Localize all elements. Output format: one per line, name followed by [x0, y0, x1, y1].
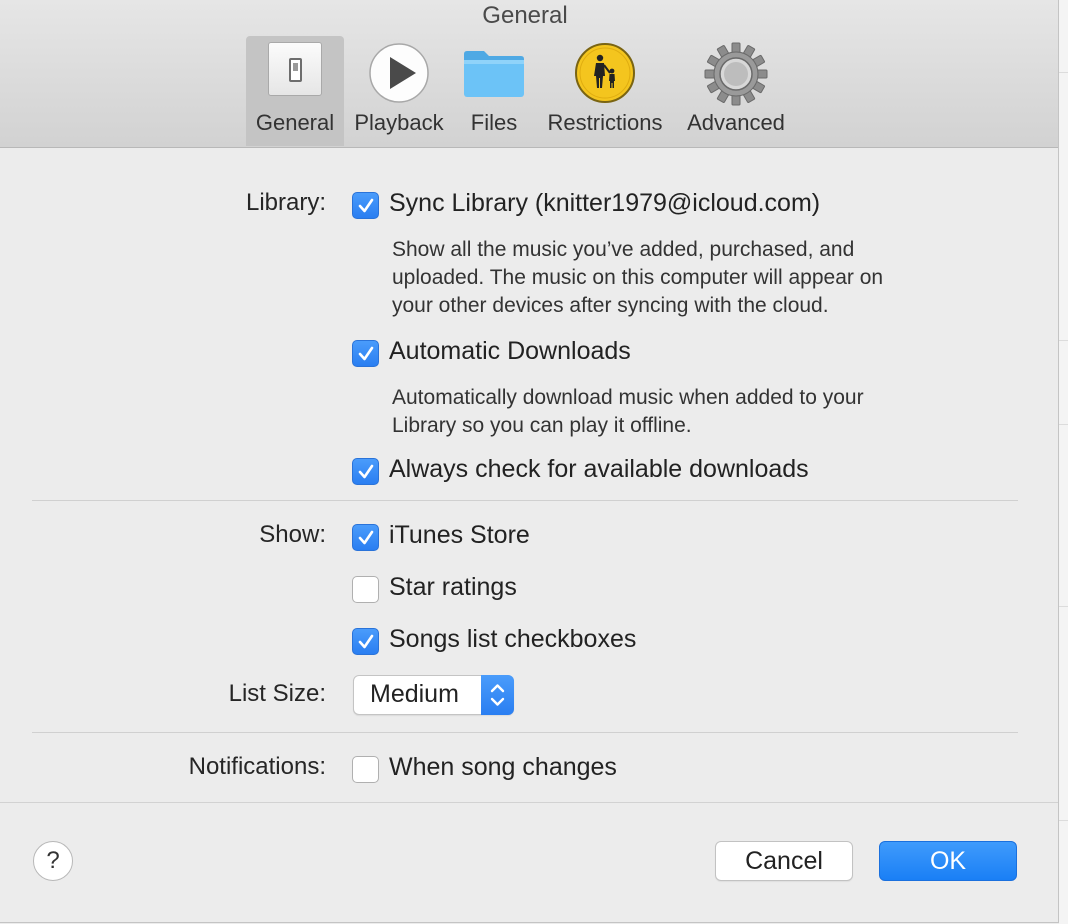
library-label: Library: — [245, 189, 326, 216]
tab-advanced[interactable]: Advanced — [680, 36, 792, 146]
when-song-changes-checkbox[interactable] — [352, 756, 379, 783]
section-divider — [32, 500, 1018, 501]
sync-library-label: Sync Library (knitter1979@icloud.com) — [389, 189, 821, 217]
background-window-edge — [1059, 0, 1068, 924]
tab-playback[interactable]: Playback — [348, 36, 450, 146]
itunes-store-checkbox[interactable] — [352, 524, 379, 551]
toolbar: General General Playback Files Restricti… — [0, 0, 1058, 148]
tab-general[interactable]: General — [246, 36, 344, 146]
tab-restrictions[interactable]: Restrictions — [538, 36, 672, 146]
folder-icon — [462, 48, 526, 105]
gear-icon — [703, 41, 769, 112]
always-check-checkbox[interactable] — [352, 458, 379, 485]
tab-files[interactable]: Files — [456, 36, 532, 146]
play-icon — [368, 42, 430, 109]
sync-description-line: Show all the music you’ve added, purchas… — [392, 238, 855, 261]
ok-button[interactable]: OK — [879, 841, 1017, 881]
list-size-popup[interactable]: Medium — [353, 675, 514, 715]
checkmark-icon — [358, 198, 374, 213]
songs-list-checkboxes-checkbox[interactable] — [352, 628, 379, 655]
cancel-button[interactable]: Cancel — [715, 841, 853, 881]
parental-controls-icon — [574, 42, 636, 109]
list-size-value: Medium — [370, 680, 459, 708]
preferences-window: General General Playback Files Restricti… — [0, 0, 1059, 923]
star-ratings-checkbox[interactable] — [352, 576, 379, 603]
show-label: Show: — [259, 521, 326, 548]
sync-library-checkbox[interactable] — [352, 192, 379, 219]
tab-playback-label: Playback — [354, 110, 444, 135]
checkmark-icon — [358, 464, 374, 479]
when-song-changes-label: When song changes — [389, 753, 617, 781]
footer-divider — [0, 802, 1058, 803]
sync-description-line: your other devices after syncing with th… — [392, 294, 829, 317]
automatic-downloads-checkbox[interactable] — [352, 340, 379, 367]
tab-files-label: Files — [470, 110, 518, 135]
chevron-up-down-icon — [481, 675, 514, 715]
star-ratings-label: Star ratings — [389, 573, 517, 601]
window-title: General — [482, 2, 568, 29]
list-size-label: List Size: — [228, 680, 326, 707]
help-button[interactable]: ? — [33, 841, 73, 881]
checkmark-icon — [358, 634, 374, 649]
itunes-store-label: iTunes Store — [389, 521, 530, 549]
sync-description-line: uploaded. The music on this computer wil… — [392, 266, 884, 289]
checkmark-icon — [358, 346, 374, 361]
tab-general-label: General — [255, 110, 335, 135]
always-check-label: Always check for available downloads — [389, 455, 809, 483]
sync-library-description: Show all the music you’ve added, purchas… — [392, 236, 883, 320]
tab-restrictions-label: Restrictions — [547, 110, 663, 135]
section-divider — [32, 732, 1018, 733]
automatic-downloads-description: Automatically download music when added … — [392, 384, 864, 440]
tab-advanced-label: Advanced — [687, 110, 785, 135]
downloads-description-line: Library so you can play it offline. — [392, 414, 692, 437]
checkmark-icon — [358, 530, 374, 545]
songs-list-checkboxes-label: Songs list checkboxes — [389, 625, 637, 653]
switch-icon — [268, 42, 322, 96]
downloads-description-line: Automatically download music when added … — [392, 386, 864, 409]
automatic-downloads-label: Automatic Downloads — [389, 337, 631, 365]
notifications-label: Notifications: — [188, 753, 326, 780]
